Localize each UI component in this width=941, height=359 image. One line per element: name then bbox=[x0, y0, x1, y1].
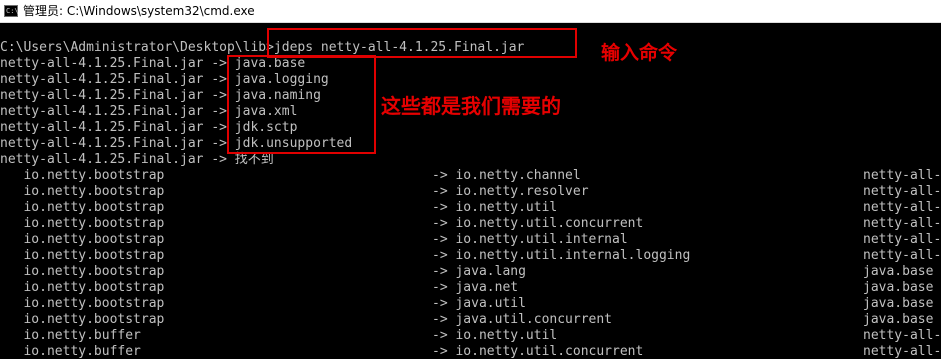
source-package: io.netty.buffer bbox=[0, 344, 141, 359]
package-dependency-row: io.netty.bootstrap -> java.util java.base bbox=[0, 296, 941, 312]
command-highlight-box bbox=[267, 28, 577, 58]
package-dependency-row: io.netty.bootstrap -> java.lang java.base bbox=[0, 264, 941, 280]
target-package: -> java.util bbox=[432, 296, 526, 311]
package-dependency-row: io.netty.bootstrap -> io.netty.util.concu… bbox=[0, 216, 941, 232]
target-package: -> java.util.concurrent bbox=[432, 312, 613, 327]
source-package: io.netty.buffer bbox=[0, 328, 141, 343]
target-package: -> io.netty.util.internal bbox=[432, 232, 628, 247]
source-package: io.netty.bootstrap bbox=[0, 264, 165, 279]
source-package: io.netty.bootstrap bbox=[0, 296, 165, 311]
annotation-command: 输入命令 bbox=[601, 42, 678, 64]
cmd-icon: C:\ bbox=[4, 5, 19, 17]
package-dependency-row: io.netty.bootstrap -> io.netty.resolver ne… bbox=[0, 184, 941, 200]
source-package: io.netty.bootstrap bbox=[0, 232, 165, 247]
dependency-location: java.base bbox=[863, 296, 934, 311]
target-package: -> io.netty.util bbox=[432, 328, 558, 343]
source-package: io.netty.bootstrap bbox=[0, 280, 165, 295]
source-package: io.netty.bootstrap bbox=[0, 200, 165, 215]
target-package: -> io.netty.util bbox=[432, 200, 558, 215]
target-package: -> io.netty.util.concurrent bbox=[432, 344, 644, 359]
dependency-location: netty-all- bbox=[863, 184, 941, 199]
package-dependency-row: io.netty.bootstrap -> io.netty.util.inter… bbox=[0, 248, 941, 264]
dependency-location: netty-all- bbox=[863, 248, 941, 263]
target-package: -> io.netty.util.concurrent bbox=[432, 216, 644, 231]
package-dependency-row: io.netty.bootstrap -> io.netty.channel net… bbox=[0, 168, 941, 184]
console-output[interactable]: C:\Users\Administrator\Desktop\lib>jdeps… bbox=[0, 23, 941, 359]
dependency-location: java.base bbox=[863, 264, 934, 279]
window-title: 管理员: C:\Windows\system32\cmd.exe bbox=[23, 4, 255, 18]
target-package: -> io.netty.util.internal.logging bbox=[432, 248, 691, 263]
package-dependency-row: io.netty.buffer -> io.netty.util netty-all… bbox=[0, 328, 941, 344]
package-dependency-row: io.netty.bootstrap -> io.netty.util.inter… bbox=[0, 232, 941, 248]
source-package: io.netty.bootstrap bbox=[0, 248, 165, 263]
dependency-location: netty-all- bbox=[863, 216, 941, 231]
target-package: -> io.netty.resolver bbox=[432, 184, 589, 199]
target-package: -> java.lang bbox=[432, 264, 526, 279]
source-package: io.netty.bootstrap bbox=[0, 168, 165, 183]
dependency-location: java.base bbox=[863, 280, 934, 295]
package-dependency-row: io.netty.bootstrap -> java.util.concurren… bbox=[0, 312, 941, 328]
dependency-location: netty-all- bbox=[863, 232, 941, 247]
dependency-location: java.base bbox=[863, 312, 934, 327]
dependency-location: netty-all- bbox=[863, 200, 941, 215]
dependency-location: netty-all- bbox=[863, 328, 941, 343]
annotation-modules: 这些都是我们需要的 bbox=[381, 94, 561, 118]
module-dependency-line: netty-all-4.1.25.Final.jar -> 找不到 bbox=[0, 152, 274, 167]
modules-highlight-box bbox=[227, 55, 376, 154]
package-dependency-row: io.netty.bootstrap -> java.net java.base bbox=[0, 280, 941, 296]
dependency-location: netty-all- bbox=[863, 168, 941, 183]
target-package: -> io.netty.channel bbox=[432, 168, 581, 183]
package-dependency-row: io.netty.buffer -> io.netty.util.concurre… bbox=[0, 344, 941, 359]
source-package: io.netty.bootstrap bbox=[0, 216, 165, 231]
source-package: io.netty.bootstrap bbox=[0, 312, 165, 327]
target-package: -> java.net bbox=[432, 280, 519, 295]
package-dependency-row: io.netty.bootstrap -> io.netty.util netty-… bbox=[0, 200, 941, 216]
source-package: io.netty.bootstrap bbox=[0, 184, 165, 199]
dependency-location: netty-all- bbox=[863, 344, 941, 359]
title-bar[interactable]: C:\ 管理员: C:\Windows\system32\cmd.exe bbox=[0, 0, 941, 23]
